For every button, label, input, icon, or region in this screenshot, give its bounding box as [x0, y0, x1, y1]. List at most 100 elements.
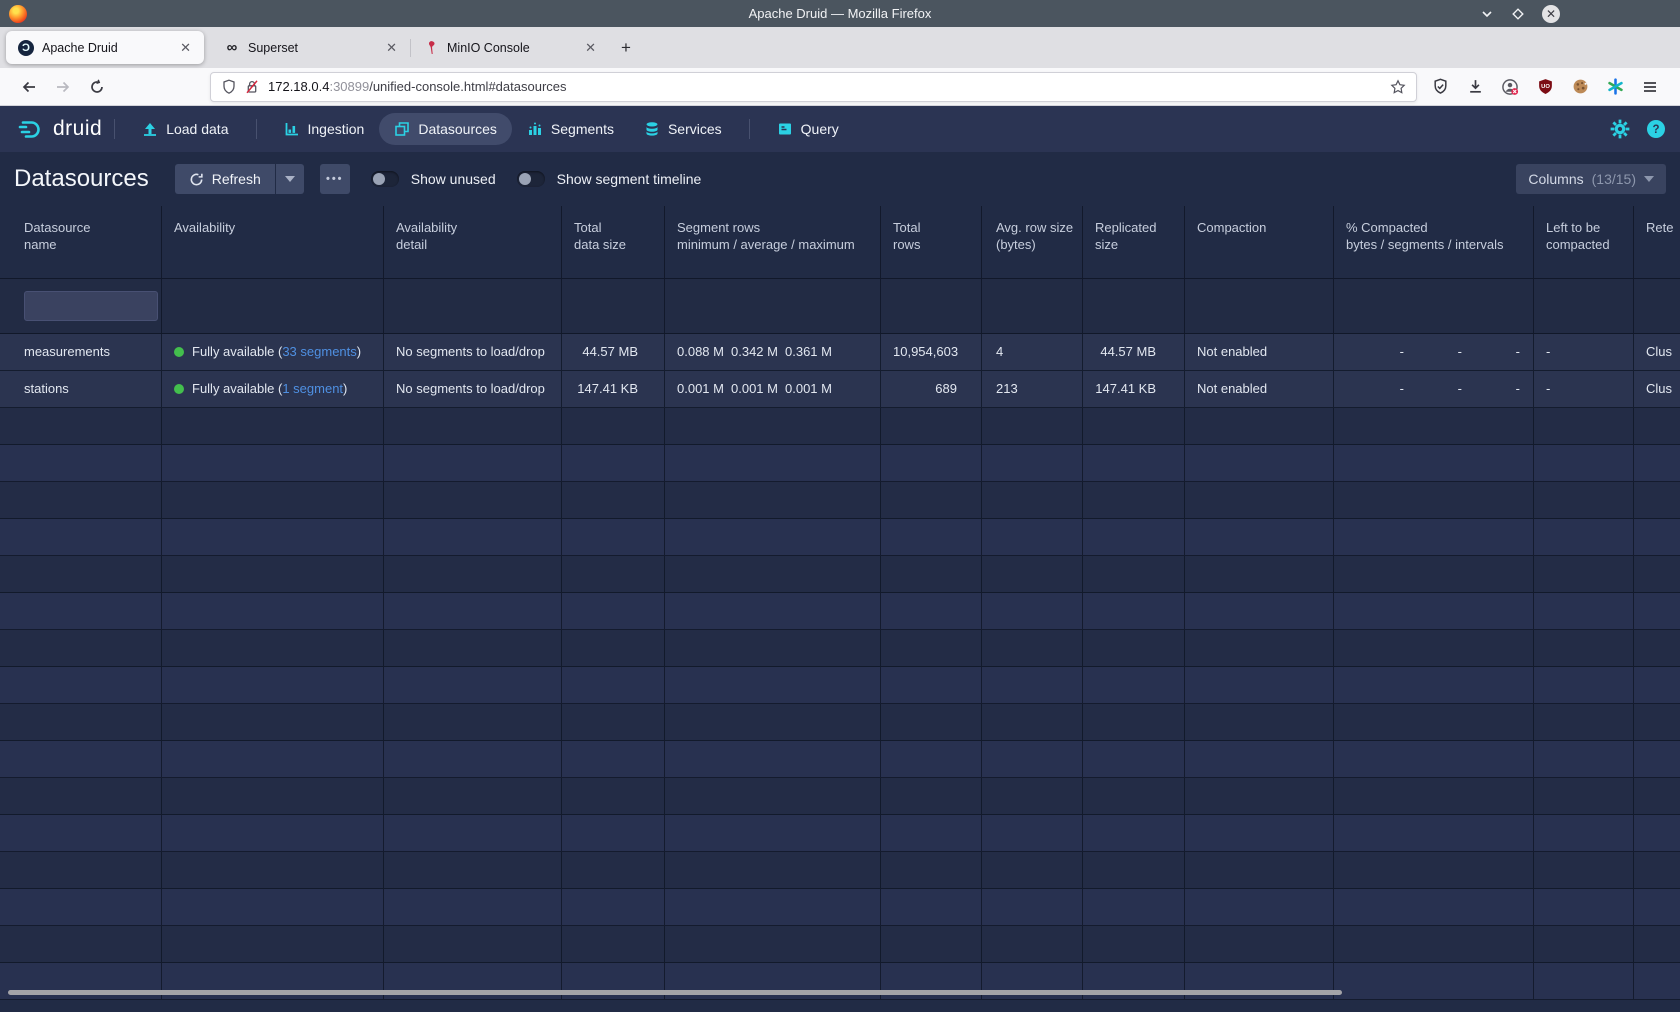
column-header-availability-detail[interactable]: Availabilitydetail: [384, 206, 562, 278]
maximize-icon[interactable]: [1511, 7, 1525, 21]
bookmark-star-icon[interactable]: [1390, 79, 1406, 95]
table-row-stations[interactable]: stations Fully available (1 segment) No …: [0, 371, 1680, 408]
empty-table-row: [0, 741, 1680, 778]
column-header-datasource-name[interactable]: Datasourcename: [12, 206, 162, 278]
empty-table-row: [0, 408, 1680, 445]
tracking-protection-shield-icon[interactable]: [221, 79, 237, 95]
show-segment-timeline-toggle[interactable]: Show segment timeline: [517, 171, 702, 187]
column-header-total-rows[interactable]: Totalrows: [881, 206, 982, 278]
empty-table-row: [0, 815, 1680, 852]
column-header-total-data-size[interactable]: Totaldata size: [562, 206, 665, 278]
segments-link[interactable]: 33 segments: [282, 344, 356, 359]
help-icon[interactable]: ?: [1646, 119, 1666, 139]
column-header-avg-row-size[interactable]: Avg. row size(bytes): [982, 206, 1083, 278]
table-body-empty: [0, 408, 1680, 1000]
tab-label: Superset: [248, 41, 373, 55]
tab-apache-druid[interactable]: Ɔ Apache Druid ✕: [6, 31, 204, 64]
firefox-window: Apache Druid — Mozilla Firefox ✕ Ɔ Apach…: [0, 0, 1680, 1012]
availability-cell: Fully available (33 segments): [162, 334, 384, 370]
tab-close-icon[interactable]: ✕: [381, 38, 402, 58]
toggle-track[interactable]: [371, 171, 399, 187]
nav-item-segments[interactable]: Segments: [512, 113, 629, 145]
more-actions-button[interactable]: •••: [320, 164, 350, 194]
back-button[interactable]: [12, 72, 46, 102]
tab-close-icon[interactable]: ✕: [175, 38, 196, 58]
refresh-button[interactable]: Refresh: [175, 164, 275, 194]
datasource-name-filter-input[interactable]: [24, 291, 158, 321]
nav-divider: [256, 119, 257, 139]
nav-item-services[interactable]: Services: [629, 113, 737, 145]
datasource-name-cell[interactable]: stations: [12, 371, 162, 407]
services-icon: [644, 121, 660, 137]
reload-button[interactable]: [80, 72, 114, 102]
tab-bar: Ɔ Apache Druid ✕ ∞ Superset ✕ MinIO Cons…: [0, 27, 1680, 68]
column-header-pct-compacted[interactable]: % Compactedbytes / segments / intervals: [1334, 206, 1534, 278]
superset-favicon: ∞: [224, 40, 240, 56]
segments-link[interactable]: 1 segment: [282, 381, 343, 396]
tab-minio-console[interactable]: MinIO Console ✕: [411, 31, 609, 64]
total-rows-cell: 10,954,603: [881, 334, 982, 370]
toggle-knob: [373, 173, 385, 185]
window-titlebar: Apache Druid — Mozilla Firefox ✕: [0, 0, 1680, 27]
nav-item-ingestion[interactable]: Ingestion: [269, 113, 380, 145]
segments-icon: [527, 121, 543, 137]
empty-table-row: [0, 482, 1680, 519]
tab-close-icon[interactable]: ✕: [580, 38, 601, 58]
account-icon[interactable]: [1493, 72, 1527, 102]
new-tab-button[interactable]: +: [621, 38, 631, 58]
columns-button[interactable]: Columns (13/15): [1516, 164, 1666, 194]
nav-item-label: Services: [668, 121, 722, 137]
forward-button[interactable]: [46, 72, 80, 102]
nav-item-label: Segments: [551, 121, 614, 137]
insecure-lock-icon[interactable]: [244, 79, 260, 95]
table-header-row: Datasourcename Availability Availability…: [0, 206, 1680, 279]
nav-item-label: Query: [801, 121, 839, 137]
total-data-size-cell: 147.41 KB: [562, 371, 665, 407]
segment-rows-cell: 0.001 M0.001 M0.001 M: [665, 371, 881, 407]
show-unused-toggle[interactable]: Show unused: [371, 171, 496, 187]
refresh-label: Refresh: [212, 171, 261, 187]
nav-item-load-data[interactable]: Load data: [127, 113, 243, 145]
horizontal-scrollbar[interactable]: [8, 990, 1342, 995]
cookie-extension-icon[interactable]: [1563, 72, 1597, 102]
empty-table-row: [0, 889, 1680, 926]
minio-favicon: [423, 40, 439, 56]
nav-item-query[interactable]: Query: [762, 113, 854, 145]
column-header-availability[interactable]: Availability: [162, 206, 384, 278]
druid-logo[interactable]: druid: [16, 114, 102, 144]
nav-item-label: Datasources: [418, 121, 497, 137]
column-header-compaction[interactable]: Compaction: [1185, 206, 1334, 278]
tab-superset[interactable]: ∞ Superset ✕: [212, 31, 410, 64]
empty-table-row: [0, 519, 1680, 556]
extension-asterisk-icon[interactable]: [1598, 72, 1632, 102]
column-header-replicated-size[interactable]: Replicatedsize: [1083, 206, 1185, 278]
menu-icon[interactable]: [1633, 72, 1667, 102]
datasource-name-cell[interactable]: measurements: [12, 334, 162, 370]
nav-divider: [749, 119, 750, 139]
left-to-be-compacted-cell: -: [1534, 334, 1634, 370]
toggle-track[interactable]: [517, 171, 545, 187]
column-header-left-to-be-compacted[interactable]: Left to becompacted: [1534, 206, 1634, 278]
available-status-dot: [174, 347, 184, 357]
column-header-retention[interactable]: Rete: [1634, 206, 1680, 278]
empty-table-row: [0, 556, 1680, 593]
downloads-icon[interactable]: [1458, 72, 1492, 102]
compaction-cell: Not enabled: [1185, 334, 1334, 370]
url-path: /unified-console.html#datasources: [369, 79, 566, 94]
ublock-origin-icon[interactable]: UO: [1528, 72, 1562, 102]
nav-item-label: Ingestion: [308, 121, 365, 137]
settings-gear-icon[interactable]: [1610, 119, 1630, 139]
refresh-dropdown-button[interactable]: [276, 164, 304, 194]
availability-cell: Fully available (1 segment): [162, 371, 384, 407]
left-to-be-compacted-cell: -: [1534, 371, 1634, 407]
nav-item-datasources[interactable]: Datasources: [379, 113, 512, 145]
column-header-segment-rows[interactable]: Segment rowsminimum / average / maximum: [665, 206, 881, 278]
shield-check-icon[interactable]: [1423, 72, 1457, 102]
url-bar[interactable]: 172.18.0.4:30899/unified-console.html#da…: [210, 72, 1417, 102]
query-icon: [777, 121, 793, 137]
availability-detail-cell: No segments to load/drop: [384, 371, 562, 407]
minimize-icon[interactable]: [1480, 7, 1494, 21]
table-row-measurements[interactable]: measurements Fully available (33 segment…: [0, 334, 1680, 371]
druid-favicon: Ɔ: [18, 40, 34, 56]
close-icon[interactable]: ✕: [1542, 5, 1560, 23]
